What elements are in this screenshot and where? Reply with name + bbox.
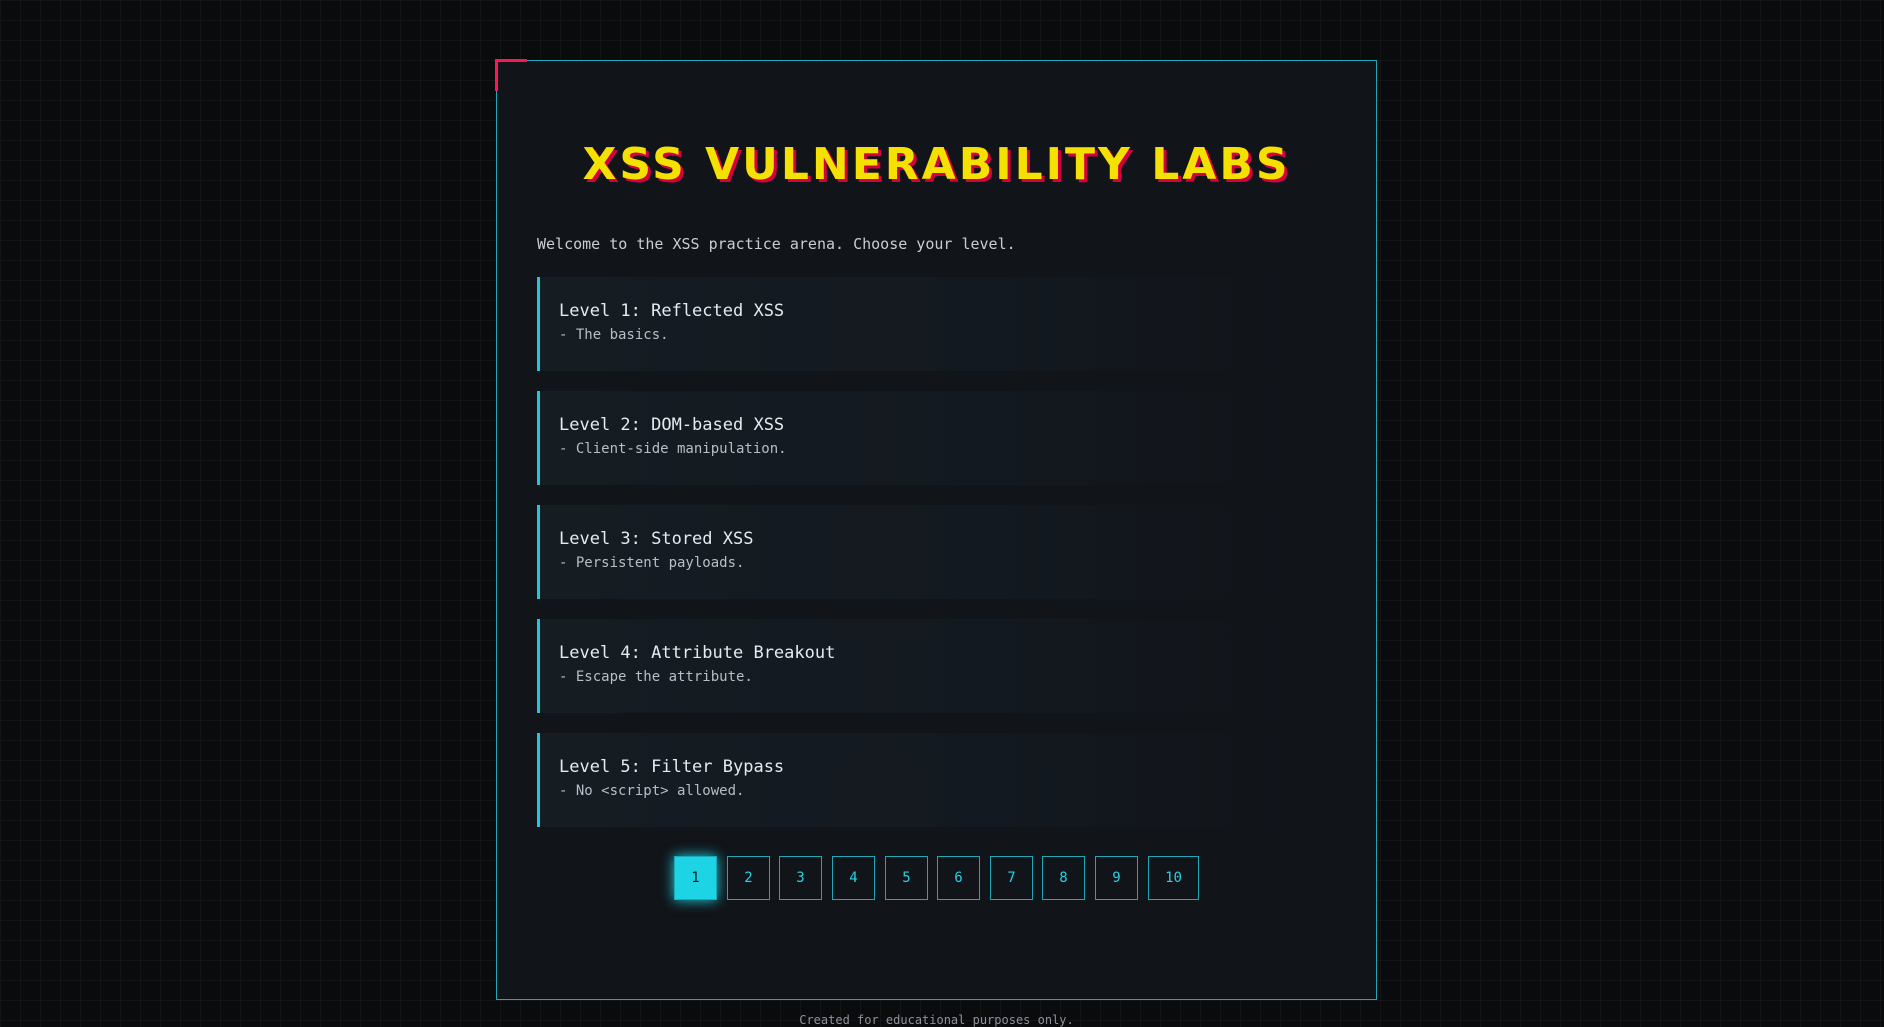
page-button-3[interactable]: 3 [779, 856, 822, 900]
page-button-10[interactable]: 10 [1148, 856, 1199, 900]
main-panel: XSS VULNERABILITY LABS Welcome to the XS… [495, 59, 1377, 1027]
page-button-4[interactable]: 4 [832, 856, 875, 900]
page-button-9[interactable]: 9 [1095, 856, 1138, 900]
page-button-1[interactable]: 1 [674, 856, 717, 900]
level-title: Level 4: Attribute Breakout [559, 643, 836, 663]
level-title: Level 2: DOM-based XSS [559, 415, 785, 435]
level-description: - Client-side manipulation. [559, 441, 787, 457]
page-button-8[interactable]: 8 [1042, 856, 1085, 900]
level-title: Level 1: Reflected XSS [559, 301, 785, 321]
page-button-7[interactable]: 7 [990, 856, 1033, 900]
page-button-6[interactable]: 6 [937, 856, 980, 900]
page-button-5[interactable]: 5 [885, 856, 928, 900]
level-card-4[interactable]: Level 4: Attribute Breakout - Escape the… [537, 619, 1297, 713]
level-card-3[interactable]: Level 3: Stored XSS - Persistent payload… [537, 505, 1297, 599]
corner-accent [495, 59, 527, 91]
footer-note: Created for educational purposes only. [799, 1013, 1074, 1027]
level-title: Level 3: Stored XSS [559, 529, 754, 549]
page-title: XSS VULNERABILITY LABS [582, 139, 1291, 190]
level-title: Level 5: Filter Bypass [559, 757, 785, 777]
level-description: - The basics. [559, 327, 669, 343]
level-card-1[interactable]: Level 1: Reflected XSS - The basics. [537, 277, 1297, 371]
level-list: Level 1: Reflected XSS - The basics. Lev… [537, 277, 1297, 847]
level-description: - Persistent payloads. [559, 555, 745, 571]
level-card-5[interactable]: Level 5: Filter Bypass - No <script> all… [537, 733, 1297, 827]
level-description: - Escape the attribute. [559, 669, 753, 685]
level-card-2[interactable]: Level 2: DOM-based XSS - Client-side man… [537, 391, 1297, 485]
intro-text: Welcome to the XSS practice arena. Choos… [537, 235, 1016, 253]
page-button-2[interactable]: 2 [727, 856, 770, 900]
level-description: - No <script> allowed. [559, 783, 745, 799]
